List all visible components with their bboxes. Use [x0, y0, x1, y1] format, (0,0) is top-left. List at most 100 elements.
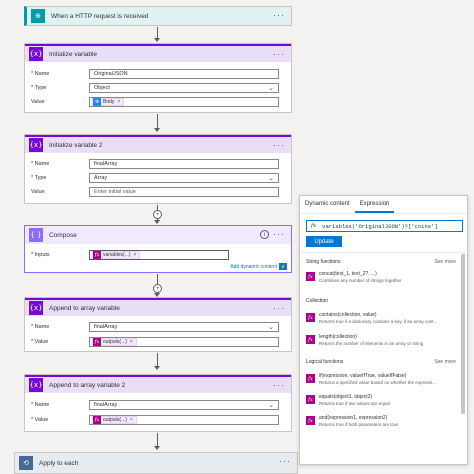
value-label: * Value — [31, 339, 49, 345]
http-request-icon: ⊕ — [31, 9, 45, 23]
name-select[interactable]: finalArray ⌄ — [89, 400, 279, 410]
expression-token[interactable]: fx outputs(...) × — [92, 338, 137, 346]
dynamic-content-panel: Dynamic content Expression fx variables(… — [299, 195, 469, 465]
chevron-down-icon: ⌄ — [268, 85, 274, 92]
fx-icon: fx — [306, 374, 315, 383]
connector-arrow — [154, 128, 160, 132]
dynamic-content-icon: ⚡ — [279, 263, 287, 270]
connector-line — [157, 353, 158, 367]
value-field[interactable]: fx outputs(...) × — [89, 415, 279, 425]
loop-icon: ⟲ — [19, 456, 33, 470]
http-token-icon: ⊕ — [93, 98, 101, 106]
insert-step-icon[interactable]: + — [153, 284, 162, 293]
value-field[interactable]: ⊕ Body × — [89, 97, 279, 107]
fx-icon: fx — [306, 272, 315, 281]
update-button[interactable]: Update — [306, 236, 342, 247]
function-item[interactable]: fx concat(text_1, text_2?, ...) Combines … — [306, 271, 456, 283]
value-field[interactable]: Enter initial value — [89, 187, 279, 197]
insert-step-icon[interactable]: + — [153, 210, 162, 219]
more-options-icon[interactable]: ··· — [273, 229, 285, 239]
append-array-2-title: Append to array variable 2 — [49, 381, 126, 389]
panel-scrollbar[interactable] — [461, 254, 465, 414]
fx-icon: fx — [311, 223, 317, 229]
more-options-icon[interactable]: ··· — [273, 49, 285, 59]
fx-icon: fx — [306, 313, 315, 322]
inputs-label: * Inputs — [31, 252, 50, 258]
tab-expression[interactable]: Expression — [354, 196, 395, 213]
name-select[interactable]: finalArray ⌄ — [89, 322, 279, 332]
connector-arrow — [154, 220, 160, 224]
apply-to-each-title: Apply to each — [39, 459, 79, 467]
add-dynamic-content-link[interactable]: Add dynamic content ⚡ — [230, 263, 287, 270]
variable-icon: {x} — [29, 47, 43, 61]
function-item[interactable]: fx contains(collection, value) Returns tr… — [306, 312, 456, 324]
section-header: Logical functions See more — [306, 359, 456, 365]
type-select[interactable]: Array ⌄ — [89, 173, 279, 183]
tab-dynamic-content[interactable]: Dynamic content — [300, 196, 355, 213]
more-options-icon[interactable]: ··· — [273, 303, 285, 313]
value-label: * Value — [31, 417, 49, 423]
see-more-link[interactable]: See more — [434, 359, 456, 365]
remove-token-icon[interactable]: × — [117, 99, 120, 105]
init-variable-title: Initialize variable — [49, 50, 98, 58]
fx-icon: fx — [93, 416, 101, 424]
append-array-2-header[interactable]: {x} Append to array variable 2 ··· — [25, 375, 291, 393]
value-label: Value — [31, 189, 45, 195]
function-item[interactable]: fx if(expression, valueIfTrue, valueIfFa… — [306, 373, 456, 385]
remove-token-icon[interactable]: × — [134, 252, 137, 258]
compose-icon: { } — [29, 228, 43, 242]
name-field[interactable]: OriginalJSON — [89, 69, 279, 79]
connector-arrow — [154, 38, 160, 42]
compose-header[interactable]: { } Compose i ··· — [25, 226, 291, 244]
function-item[interactable]: fx length(collection) Returns the number … — [306, 334, 456, 346]
compose-card: { } Compose i ··· * Inputs fx variables(.… — [24, 225, 292, 273]
value-label: Value — [31, 99, 45, 105]
more-options-icon[interactable]: ··· — [273, 10, 285, 20]
chevron-down-icon: ⌄ — [268, 402, 274, 409]
section-header: String functions See more — [306, 259, 456, 265]
variable-icon: {x} — [29, 301, 43, 315]
name-field[interactable]: finalArray — [89, 159, 279, 169]
expression-token[interactable]: fx outputs(...) × — [92, 416, 137, 424]
trigger-card[interactable]: ⊕ When a HTTP request is received ··· — [24, 6, 292, 26]
init-variable-2-card: {x} Initialize variable 2 ··· * Name fin… — [24, 134, 292, 204]
name-label: * Name — [31, 324, 50, 330]
compose-title: Compose — [49, 231, 77, 239]
fx-icon: fx — [306, 335, 315, 344]
connector-line — [157, 114, 158, 129]
type-select[interactable]: Object ⌄ — [89, 83, 279, 93]
init-variable-2-header[interactable]: {x} Initialize variable 2 ··· — [25, 135, 291, 153]
connector-arrow — [154, 446, 160, 450]
type-label: * Type — [31, 85, 47, 91]
function-item[interactable]: fx equals(object1, object2) Returns true … — [306, 394, 456, 406]
fx-icon: fx — [93, 338, 101, 346]
append-array-card: {x} Append to array variable ··· * Name … — [24, 297, 292, 352]
append-array-title: Append to array variable — [49, 304, 120, 312]
see-more-link[interactable]: See more — [434, 259, 456, 265]
body-token[interactable]: ⊕ Body × — [92, 98, 125, 106]
inputs-field[interactable]: fx variables(...) × — [89, 250, 229, 260]
more-options-icon[interactable]: ··· — [273, 140, 285, 150]
expression-token[interactable]: fx variables(...) × — [92, 251, 141, 259]
fx-icon: fx — [93, 251, 101, 259]
name-label: * Name — [31, 402, 50, 408]
trigger-title: When a HTTP request is received — [51, 12, 149, 20]
function-item[interactable]: fx and(expression1, expression2) Returns … — [306, 415, 456, 427]
init-variable-2-title: Initialize variable 2 — [49, 141, 103, 149]
append-array-header[interactable]: {x} Append to array variable ··· — [25, 298, 291, 316]
expression-input[interactable]: fx variables('OriginalJSON')?['coins'] — [306, 220, 463, 232]
more-options-icon[interactable]: ··· — [273, 380, 285, 390]
connector-arrow — [154, 366, 160, 370]
init-variable-header[interactable]: {x} Initialize variable ··· — [25, 44, 291, 62]
apply-to-each-card[interactable]: ⟲ Apply to each ··· — [14, 452, 298, 474]
remove-token-icon[interactable]: × — [130, 339, 133, 345]
section-header: Collection — [306, 298, 328, 304]
name-label: * Name — [31, 71, 50, 77]
more-options-icon[interactable]: ··· — [279, 456, 291, 466]
init-variable-card: {x} Initialize variable ··· * Name Origi… — [24, 43, 292, 113]
info-icon[interactable]: i — [260, 230, 269, 239]
chevron-down-icon: ⌄ — [268, 175, 274, 182]
value-field[interactable]: fx outputs(...) × — [89, 337, 279, 347]
remove-token-icon[interactable]: × — [130, 417, 133, 423]
type-label: * Type — [31, 175, 47, 181]
